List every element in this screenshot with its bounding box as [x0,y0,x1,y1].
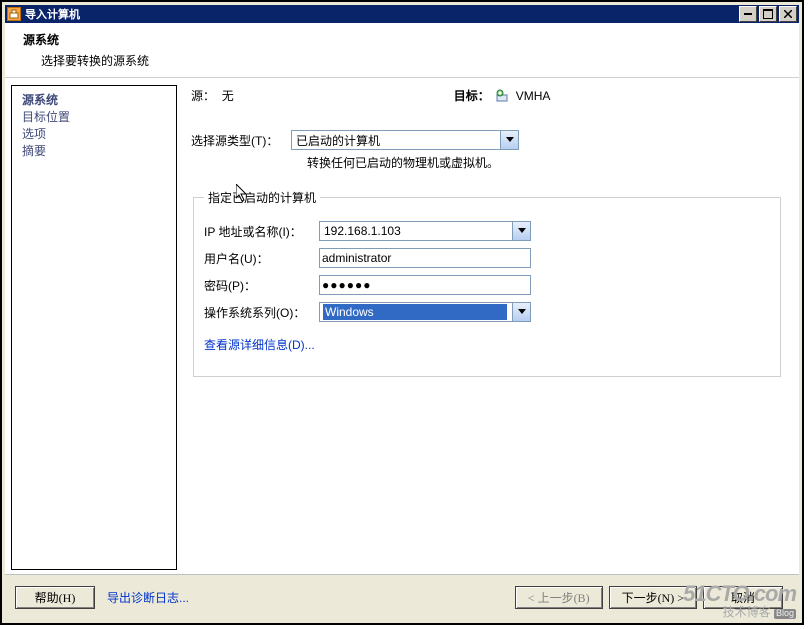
ip-value: 192.168.1.103 [322,224,401,238]
target-info: 目标： VMHA [454,87,551,104]
cancel-button[interactable]: 取消 [703,586,783,609]
source-type-label: 选择源类型(T)： [191,132,291,149]
titlebar: 导入计算机 [5,5,799,23]
source-type-hint: 转换任何已启动的物理机或虚拟机。 [307,154,787,171]
password-label: 密码(P)： [204,277,319,294]
main-panel: 源： 无 目标： VMHA 选择源类型 [181,79,799,574]
host-icon [494,88,510,104]
powered-on-machine-fieldset: 指定已启动的计算机 IP 地址或名称(I)： 192.168.1.103 用户名… [193,189,781,377]
next-button[interactable]: 下一步(N) > [609,586,697,609]
wizard-header: 源系统 选择要转换的源系统 [5,23,799,78]
help-button[interactable]: 帮助(H) [15,586,95,609]
chevron-down-icon[interactable] [512,222,530,240]
sidebar-item-summary[interactable]: 摘要 [22,143,176,160]
source-info: 源： 无 [191,87,234,104]
source-type-value: 已启动的计算机 [294,132,380,149]
os-label: 操作系统系列(O)： [204,304,319,321]
app-icon [7,7,21,21]
chevron-down-icon[interactable] [500,131,518,149]
back-button[interactable]: < 上一步(B) [515,586,603,609]
target-value: VMHA [516,89,551,103]
fieldset-legend: 指定已启动的计算机 [204,189,320,206]
minimize-button[interactable] [739,6,757,22]
export-log-link[interactable]: 导出诊断日志... [107,589,189,606]
wizard-footer: 帮助(H) 导出诊断日志... < 上一步(B) 下一步(N) > 取消 [5,574,799,620]
view-source-details-link[interactable]: 查看源详细信息(D)... [204,336,315,353]
sidebar-item-destination[interactable]: 目标位置 [22,109,176,126]
header-subtitle: 选择要转换的源系统 [41,52,799,69]
chevron-down-icon[interactable] [512,303,530,321]
os-value: Windows [323,304,507,320]
sidebar-item-options[interactable]: 选项 [22,126,176,143]
os-combo[interactable]: Windows [319,302,531,322]
close-button[interactable] [779,6,797,22]
header-title: 源系统 [23,31,799,48]
sidebar-item-source[interactable]: 源系统 [22,92,176,109]
ip-combo[interactable]: 192.168.1.103 [319,221,531,241]
maximize-button[interactable] [759,6,777,22]
source-value: 无 [222,89,234,103]
password-field[interactable]: ●●●●●● [319,275,531,295]
window-title: 导入计算机 [25,6,737,22]
target-label: 目标： [454,87,490,104]
username-field[interactable] [319,248,531,268]
source-label: 源： [191,89,215,103]
ip-label: IP 地址或名称(I)： [204,223,319,240]
wizard-steps-sidebar: 源系统 目标位置 选项 摘要 [11,85,177,570]
username-label: 用户名(U)： [204,250,319,267]
source-type-combo[interactable]: 已启动的计算机 [291,130,519,150]
